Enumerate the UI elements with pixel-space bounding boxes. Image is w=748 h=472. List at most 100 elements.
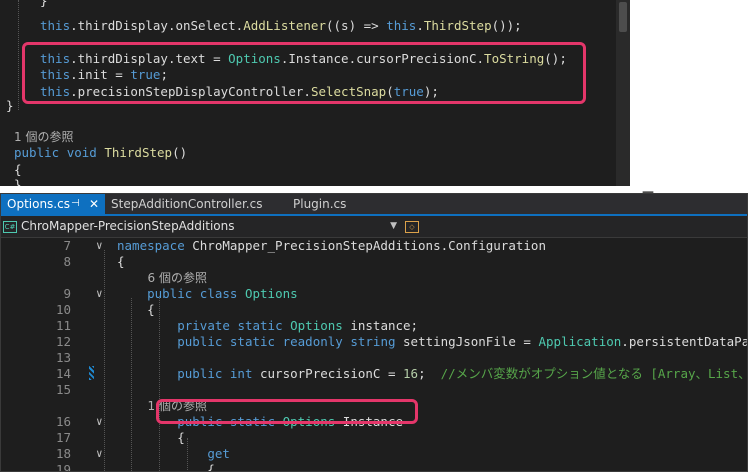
- csharp-project-icon: C#: [3, 220, 17, 233]
- code-token: 6 個の参照: [117, 271, 207, 285]
- code-token: class: [199, 286, 238, 301]
- code-token: private: [177, 318, 230, 333]
- line-number: 16: [55, 414, 71, 429]
- project-name: ChroMapper-PrecisionStepAdditions: [21, 219, 235, 233]
- code-line: 17 {: [1, 430, 747, 446]
- tab-label: Options.cs: [7, 197, 70, 211]
- line-number: 18: [55, 446, 71, 461]
- code-token: public: [14, 145, 60, 160]
- vertical-scrollbar[interactable]: [616, 0, 630, 186]
- code-text: public class Options: [117, 286, 298, 302]
- line-number: 15: [55, 382, 71, 397]
- tab-options-cs[interactable]: Options.cs ⊣ ✕: [1, 194, 105, 214]
- code-token: //メンバ変数がオプション値となる [Array、List、: [440, 366, 748, 381]
- code-line: 8{: [1, 254, 747, 270]
- code-token: Options: [244, 286, 298, 301]
- code-text: {: [117, 462, 215, 471]
- code-token: ThirdStep: [423, 18, 492, 33]
- code-text: namespace ChroMapper_PrecisionStepAdditi…: [117, 238, 546, 254]
- code-token: {: [117, 302, 155, 317]
- tab-label: Plugin.cs: [293, 197, 347, 211]
- fold-chevron-icon[interactable]: ∨: [96, 286, 103, 302]
- code-token: (): [172, 145, 188, 160]
- code-token: cursorPrecisionC =: [252, 366, 403, 381]
- code-token: this: [40, 18, 71, 33]
- code-line: 15: [1, 382, 747, 398]
- code-token: get: [207, 446, 230, 461]
- line-number: 8: [63, 254, 71, 269]
- highlight-box-top: [22, 42, 586, 104]
- chevron-down-icon[interactable]: ▼: [390, 217, 397, 236]
- code-token: ThirdStep: [104, 145, 173, 160]
- top-code-editor[interactable]: } this.thirdDisplay.onSelect.AddListener…: [0, 0, 630, 186]
- document-tab-strip: Options.cs ⊣ ✕ StepAdditionController.cs…: [1, 194, 747, 216]
- project-dropdown[interactable]: C# ChroMapper-PrecisionStepAdditions ▼: [3, 217, 401, 236]
- close-icon[interactable]: ✕: [89, 194, 99, 214]
- code-line: 6 個の参照: [1, 270, 747, 286]
- code-token: {: [117, 430, 185, 445]
- line-number: 9: [63, 286, 71, 301]
- code-token: Application: [538, 334, 622, 349]
- code-token: ((s) =>: [326, 18, 387, 33]
- scrollbar-thumb[interactable]: [619, 2, 627, 32]
- code-line: 19 {: [1, 462, 747, 471]
- fold-chevron-icon[interactable]: ∨: [96, 238, 103, 254]
- code-token: 16: [403, 366, 419, 381]
- tab-step-addition-controller[interactable]: StepAdditionController.cs: [105, 194, 285, 214]
- reference-count[interactable]: 1 個の参照: [14, 127, 73, 145]
- change-indicator: [89, 366, 94, 380]
- pin-icon[interactable]: ⊣: [71, 194, 80, 214]
- code-token: ());: [491, 18, 522, 33]
- code-token: .thirdDisplay.onSelect.: [70, 18, 244, 33]
- line-number: 12: [55, 334, 71, 349]
- navigation-bar: C#ChroMapper-PrecisionStepAdditions ▼ ◇C…: [1, 216, 747, 252]
- code-editor[interactable]: 7 ∨ namespace ChroMapper_PrecisionStepAddi…: [1, 238, 748, 471]
- tab-plugin-cs[interactable]: Plugin.cs: [287, 194, 367, 214]
- code-line-top-1: }: [40, 0, 48, 8]
- code-text: public static readonly string settingJso…: [117, 334, 747, 350]
- code-token: Options: [290, 318, 343, 333]
- code-token: static: [229, 334, 276, 349]
- code-token: ChroMapper_PrecisionStepAdditions.Config…: [184, 238, 546, 253]
- code-token: readonly: [282, 334, 343, 349]
- code-token: {: [117, 254, 125, 269]
- line-number: 13: [55, 350, 71, 365]
- indent-guide: [18, 0, 19, 110]
- line-number: 11: [55, 318, 71, 333]
- code-token: int: [229, 366, 253, 381]
- code-line: 12 public static readonly string setting…: [1, 334, 747, 350]
- code-token: public: [177, 366, 223, 381]
- code-token: namespace: [117, 238, 185, 253]
- code-token: public: [147, 286, 193, 301]
- code-line: 9 ∨ public class Options: [1, 286, 747, 302]
- code-text: private static Options instance;: [117, 318, 418, 334]
- line-number: 14: [55, 366, 71, 381]
- code-line-listener: this.thirdDisplay.onSelect.AddListener((…: [40, 17, 522, 35]
- tab-label: StepAdditionController.cs: [111, 197, 263, 211]
- type-dropdown[interactable]: ◇ChroMapper_PrecisionStepAdditions.Confi…: [405, 217, 747, 252]
- line-number: 10: [55, 302, 71, 317]
- code-token: this: [386, 18, 417, 33]
- fold-chevron-icon[interactable]: ∨: [96, 446, 103, 462]
- code-token: AddListener: [243, 18, 326, 33]
- class-icon: ◇: [405, 220, 419, 233]
- fold-chevron-icon[interactable]: ∨: [96, 414, 103, 430]
- code-line: 14 public int cursorPrecisionC = 16; //メ…: [1, 366, 748, 382]
- code-text: {: [117, 302, 155, 318]
- code-text: {: [117, 430, 185, 446]
- code-line: 7 ∨ namespace ChroMapper_PrecisionStepAddi…: [1, 238, 747, 254]
- code-token: ;: [418, 366, 441, 381]
- code-token: void: [66, 145, 97, 160]
- code-text: public int cursorPrecisionC = 16; //メンバ変…: [117, 366, 748, 382]
- code-line-method-signature: public void ThirdStep(): [14, 144, 187, 162]
